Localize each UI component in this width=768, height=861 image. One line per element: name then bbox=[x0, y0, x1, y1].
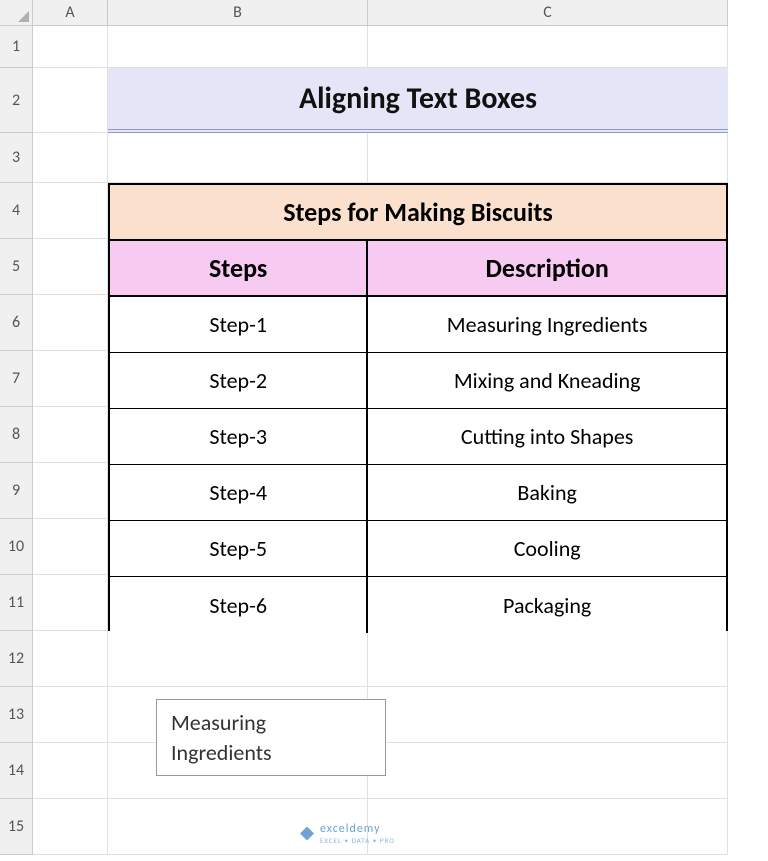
table-row: Step-5Cooling bbox=[110, 521, 726, 577]
table-header-steps[interactable]: Steps bbox=[110, 241, 368, 297]
cell-A3[interactable] bbox=[33, 133, 108, 183]
cell-B3[interactable] bbox=[108, 133, 368, 183]
row-header-4[interactable]: 4 bbox=[0, 183, 33, 239]
row-header-12[interactable]: 12 bbox=[0, 631, 33, 687]
row-header-15[interactable]: 15 bbox=[0, 799, 33, 855]
row-header-9[interactable]: 9 bbox=[0, 463, 33, 519]
table-cell-step[interactable]: Step-2 bbox=[110, 353, 368, 409]
watermark-logo-icon bbox=[300, 827, 314, 841]
cell-C13[interactable] bbox=[368, 687, 728, 743]
table-row: Step-1Measuring Ingredients bbox=[110, 297, 726, 353]
cell-C1[interactable] bbox=[368, 26, 728, 68]
data-table: Steps for Making BiscuitsStepsDescriptio… bbox=[108, 183, 728, 631]
table-cell-description[interactable]: Measuring Ingredients bbox=[368, 297, 726, 353]
page-title[interactable]: Aligning Text Boxes bbox=[108, 68, 728, 133]
row-header-10[interactable]: 10 bbox=[0, 519, 33, 575]
cell-B12[interactable] bbox=[108, 631, 368, 687]
table-cell-step[interactable]: Step-1 bbox=[110, 297, 368, 353]
cell-A14[interactable] bbox=[33, 743, 108, 799]
row-header-13[interactable]: 13 bbox=[0, 687, 33, 743]
row-header-1[interactable]: 1 bbox=[0, 26, 33, 68]
table-cell-step[interactable]: Step-4 bbox=[110, 465, 368, 521]
select-all-button[interactable] bbox=[0, 0, 33, 26]
table-cell-description[interactable]: Cutting into Shapes bbox=[368, 409, 726, 465]
textbox-shape[interactable]: MeasuringIngredients bbox=[156, 699, 386, 776]
column-header-B[interactable]: B bbox=[108, 0, 368, 26]
cell-C3[interactable] bbox=[368, 133, 728, 183]
table-title[interactable]: Steps for Making Biscuits bbox=[110, 185, 726, 241]
table-row: Step-2Mixing and Kneading bbox=[110, 353, 726, 409]
cell-A11[interactable] bbox=[33, 575, 108, 631]
table-cell-description[interactable]: Packaging bbox=[368, 577, 726, 633]
cell-C12[interactable] bbox=[368, 631, 728, 687]
cell-A13[interactable] bbox=[33, 687, 108, 743]
column-header-A[interactable]: A bbox=[33, 0, 108, 26]
table-row: Step-4Baking bbox=[110, 465, 726, 521]
column-headers: ABC bbox=[33, 0, 728, 26]
cell-A2[interactable] bbox=[33, 68, 108, 133]
table-cell-step[interactable]: Step-5 bbox=[110, 521, 368, 577]
cell-A9[interactable] bbox=[33, 463, 108, 519]
cell-A1[interactable] bbox=[33, 26, 108, 68]
watermark-brand: exceldemy bbox=[320, 822, 395, 836]
row-header-3[interactable]: 3 bbox=[0, 133, 33, 183]
textbox-line2: Ingredients bbox=[171, 738, 371, 768]
row-header-14[interactable]: 14 bbox=[0, 743, 33, 799]
row-header-2[interactable]: 2 bbox=[0, 68, 33, 133]
cell-C15[interactable] bbox=[368, 799, 728, 855]
table-cell-description[interactable]: Cooling bbox=[368, 521, 726, 577]
table-row: Step-3Cutting into Shapes bbox=[110, 409, 726, 465]
cell-A8[interactable] bbox=[33, 407, 108, 463]
cell-C14[interactable] bbox=[368, 743, 728, 799]
row-header-8[interactable]: 8 bbox=[0, 407, 33, 463]
table-header-description[interactable]: Description bbox=[368, 241, 726, 297]
cell-A7[interactable] bbox=[33, 351, 108, 407]
textbox-line1: Measuring bbox=[171, 708, 371, 738]
cell-A15[interactable] bbox=[33, 799, 108, 855]
row-header-7[interactable]: 7 bbox=[0, 351, 33, 407]
row-header-11[interactable]: 11 bbox=[0, 575, 33, 631]
table-row: Step-6Packaging bbox=[110, 577, 726, 633]
row-header-5[interactable]: 5 bbox=[0, 239, 33, 295]
table-cell-description[interactable]: Baking bbox=[368, 465, 726, 521]
row-header-6[interactable]: 6 bbox=[0, 295, 33, 351]
cell-A10[interactable] bbox=[33, 519, 108, 575]
cell-A5[interactable] bbox=[33, 239, 108, 295]
table-cell-description[interactable]: Mixing and Kneading bbox=[368, 353, 726, 409]
table-cell-step[interactable]: Step-6 bbox=[110, 577, 368, 633]
cell-A12[interactable] bbox=[33, 631, 108, 687]
table-cell-step[interactable]: Step-3 bbox=[110, 409, 368, 465]
column-header-C[interactable]: C bbox=[368, 0, 728, 26]
row-headers: 123456789101112131415 bbox=[0, 26, 33, 855]
table-header-row: StepsDescription bbox=[110, 241, 726, 297]
watermark-tagline: EXCEL • DATA • PRO bbox=[320, 836, 395, 845]
cell-A6[interactable] bbox=[33, 295, 108, 351]
watermark: exceldemy EXCEL • DATA • PRO bbox=[300, 822, 395, 845]
cell-B1[interactable] bbox=[108, 26, 368, 68]
cell-A4[interactable] bbox=[33, 183, 108, 239]
